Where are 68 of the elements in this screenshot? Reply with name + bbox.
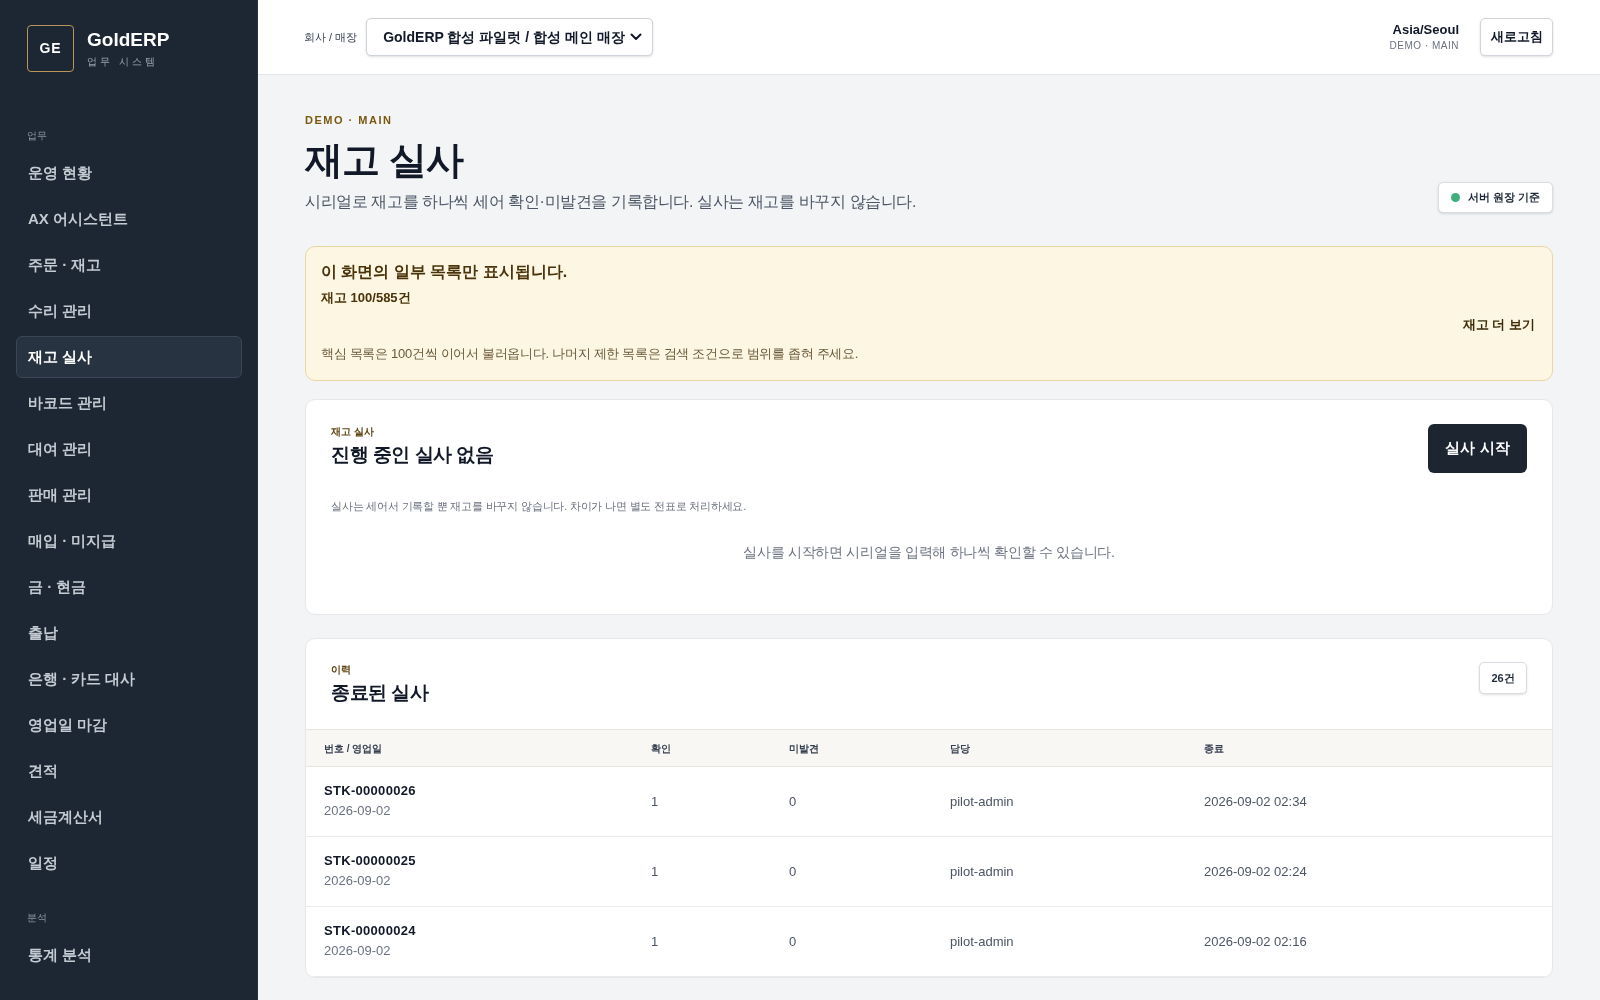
stocktake-number: STK-00000025 <box>324 852 416 870</box>
table-cell-text: 1 <box>651 932 659 951</box>
sidebar-item[interactable]: 판매 관리 <box>16 474 242 516</box>
page-title: 재고 실사 <box>305 138 463 183</box>
sidebar-item[interactable]: 통계 분석 <box>16 934 242 976</box>
status-dot-icon <box>1450 193 1460 202</box>
logo-mark: GE <box>27 25 74 72</box>
sidebar-item[interactable]: 운영 현황 <box>16 152 242 194</box>
card-title: 종료된 실사 <box>331 681 429 705</box>
stocktake-number: STK-00000026 <box>324 782 416 800</box>
table-cell-text: 0 <box>789 932 797 951</box>
page-description: 시리얼로 재고를 하나씩 세어 확인·미발견을 기록합니다. 실사는 재고를 바꾸지 않습니다. <box>305 192 917 212</box>
table-cell-text: 2026-09-02 02:24 <box>1204 862 1307 881</box>
sidebar-item[interactable]: 견적 <box>16 750 242 792</box>
table-cell-text: 1 <box>651 862 659 881</box>
card-eyebrow: 재고 실사 <box>331 425 374 438</box>
column-header: 미발견 <box>789 741 819 756</box>
sidebar-section-label: 업무 <box>27 129 47 143</box>
business-date: 2026-09-02 <box>324 942 391 960</box>
empty-message: 실사를 시작하면 시리얼을 입력해 하나씩 확인할 수 있습니다. <box>743 543 1115 562</box>
business-date: 2026-09-02 <box>324 802 391 820</box>
sidebar-item[interactable]: 바코드 관리 <box>16 382 242 424</box>
app-title: GoldERP <box>87 28 170 52</box>
sidebar-item[interactable]: 수리 관리 <box>16 290 242 332</box>
sidebar-item[interactable]: 금 · 현금 <box>16 566 242 608</box>
card-title: 진행 중인 실사 없음 <box>331 443 494 467</box>
sidebar-item[interactable]: 일정 <box>16 842 242 884</box>
stocktake-number: STK-00000024 <box>324 922 416 940</box>
column-header: 번호 / 영업일 <box>324 741 383 756</box>
table-cell-text: pilot-admin <box>950 792 1014 811</box>
column-header: 종료 <box>1204 741 1224 756</box>
refresh-button[interactable]: 새로고침 <box>1480 18 1553 56</box>
sidebar-item[interactable]: 세금계산서 <box>16 796 242 838</box>
store-label: 회사 / 매장 <box>304 29 358 45</box>
notice-count: 재고 100/585건 <box>321 289 411 307</box>
sidebar-item[interactable]: 매입 · 미지급 <box>16 520 242 562</box>
count-badge: 26건 <box>1479 662 1527 694</box>
table-cell-text: pilot-admin <box>950 862 1014 881</box>
table-cell-text: pilot-admin <box>950 932 1014 951</box>
card-eyebrow: 이력 <box>331 663 351 676</box>
app-subtitle: 업무 시스템 <box>87 55 159 69</box>
sidebar-section-label: 분석 <box>27 911 47 925</box>
business-date: 2026-09-02 <box>324 872 391 890</box>
sidebar-item[interactable]: 대여 관리 <box>16 428 242 470</box>
store-select[interactable]: GoldERP 합성 파일럿 / 합성 메인 매장 <box>366 18 654 56</box>
card-note: 실사는 세어서 기록할 뿐 재고를 바꾸지 않습니다. 차이가 나면 별도 전표로 처리하세요. <box>331 499 747 514</box>
sidebar-item[interactable]: 출납 <box>16 612 242 654</box>
column-header: 담당 <box>950 741 970 756</box>
sidebar-item[interactable]: 주문 · 재고 <box>16 244 242 286</box>
table-cell-text: 1 <box>651 792 659 811</box>
start-stocktake-button[interactable]: 실사 시작 <box>1428 424 1527 473</box>
table-cell-text: 2026-09-02 02:34 <box>1204 792 1307 811</box>
source-badge-label: 서버 원장 기준 <box>1467 190 1540 206</box>
table-cell-text: 2026-09-02 02:16 <box>1204 932 1307 951</box>
sidebar-item[interactable]: AX 어시스턴트 <box>16 198 242 240</box>
sidebar-item[interactable]: 재고 실사 <box>16 336 242 378</box>
notice-text: 핵심 목록은 100건씩 이어서 불러옵니다. 나머지 제한 목록은 검색 조건으로 범위를 좁혀 주세요. <box>321 345 859 363</box>
table-cell-text: 0 <box>789 792 797 811</box>
notice-title: 이 화면의 일부 목록만 표시됩니다. <box>321 262 568 282</box>
table-cell-text: 0 <box>789 862 797 881</box>
page-eyebrow: DEMO · MAIN <box>305 113 393 128</box>
timezone-label: Asia/Seoul <box>1392 21 1459 38</box>
sidebar-item[interactable]: 영업일 마감 <box>16 704 242 746</box>
chevron-down-icon <box>630 33 643 41</box>
column-header: 확인 <box>651 741 671 756</box>
sidebar-item[interactable]: 은행 · 카드 대사 <box>16 658 242 700</box>
environment-label: DEMO · MAIN <box>1389 39 1459 53</box>
load-more-link[interactable]: 재고 더 보기 <box>1462 315 1535 335</box>
